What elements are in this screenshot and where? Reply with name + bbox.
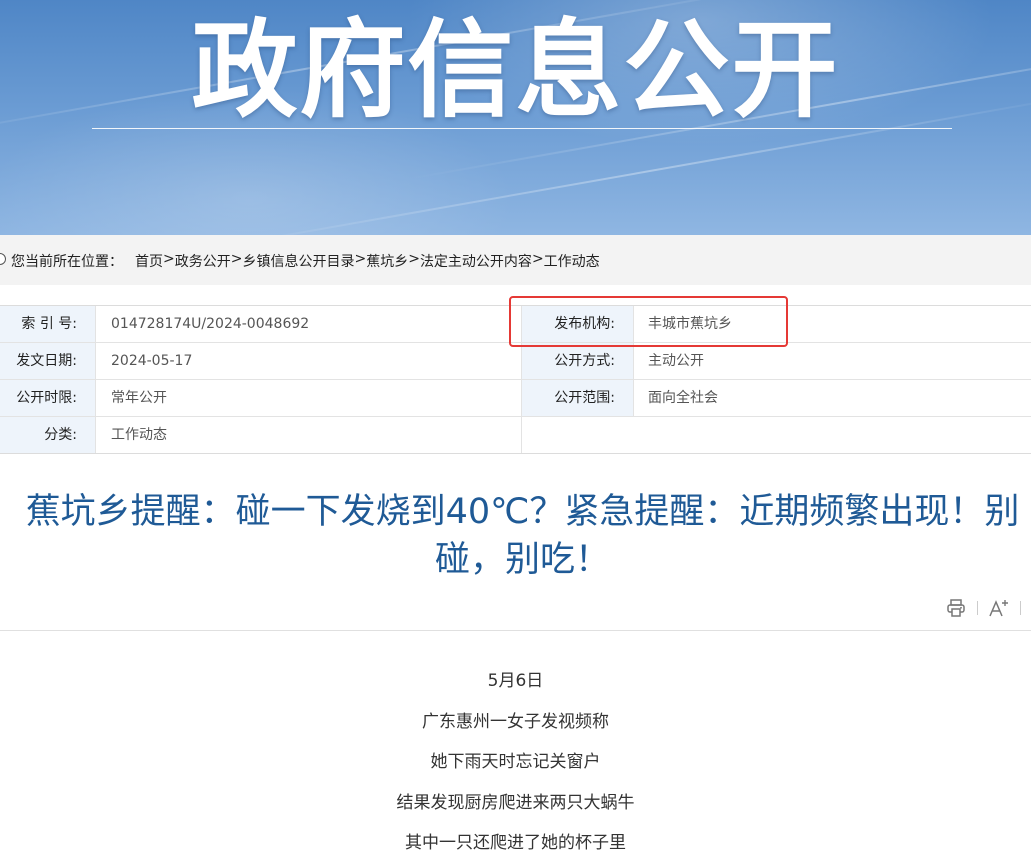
publisher-label: 发布机构: — [521, 306, 633, 342]
article-title: 蕉坑乡提醒：碰一下发烧到40℃？紧急提醒：近期频繁出现！别 碰，别吃！ — [0, 488, 1031, 584]
category-label: 分类: — [0, 417, 95, 453]
body-paragraph: 5月6日 — [487, 671, 544, 691]
info-row: 发文日期: 2024-05-17 公开方式: 主动公开 — [0, 343, 1031, 380]
period-value: 常年公开 — [95, 380, 521, 416]
date-label: 发文日期: — [0, 343, 95, 379]
empty-cell — [521, 417, 1031, 453]
breadcrumb-item-jiaokeng[interactable]: 蕉坑乡 — [366, 251, 408, 271]
info-row: 分类: 工作动态 — [0, 417, 1031, 454]
info-row: 索 引 号: 014728174U/2024-0048692 发布机构: 丰城市… — [0, 306, 1031, 343]
index-value: 014728174U/2024-0048692 — [95, 306, 521, 342]
breadcrumb-separator: > — [531, 251, 544, 267]
breadcrumb-trail: 首页 > 政务公开 > 乡镇信息公开目录 > 蕉坑乡 > 法定主动公开内容 > … — [135, 251, 600, 271]
info-row: 公开时限: 常年公开 公开范围: 面向全社会 — [0, 380, 1031, 417]
breadcrumb-item-home[interactable]: 首页 — [135, 251, 163, 271]
article-title-line1: 蕉坑乡提醒：碰一下发烧到40℃？紧急提醒：近期频繁出现！别 — [25, 492, 1020, 532]
banner-title: 政府信息公开 — [191, 9, 840, 132]
date-value: 2024-05-17 — [95, 343, 521, 379]
breadcrumb: 您当前所在位置： 首页 > 政务公开 > 乡镇信息公开目录 > 蕉坑乡 > 法定… — [0, 235, 1031, 285]
banner: 政府信息公开 — [0, 0, 1031, 235]
tool-divider — [977, 601, 978, 615]
location-icon — [0, 253, 6, 265]
body-paragraph: 她下雨天时忘记关窗户 — [430, 752, 601, 772]
index-label: 索 引 号: — [0, 306, 95, 342]
breadcrumb-item-statutory[interactable]: 法定主动公开内容 — [420, 251, 532, 271]
scope-label: 公开范围: — [521, 380, 633, 416]
article-title-line2: 碰，别吃！ — [434, 540, 610, 580]
content-divider — [0, 630, 1031, 631]
period-label: 公开时限: — [0, 380, 95, 416]
category-value: 工作动态 — [95, 417, 521, 453]
body-paragraph: 广东惠州一女子发视频称 — [422, 711, 609, 732]
breadcrumb-label: 您当前所在位置： — [11, 254, 123, 270]
breadcrumb-item-township-directory[interactable]: 乡镇信息公开目录 — [242, 251, 354, 271]
breadcrumb-item-work-news[interactable]: 工作动态 — [544, 251, 600, 271]
scope-value: 面向全社会 — [633, 380, 1031, 416]
info-table: 索 引 号: 014728174U/2024-0048692 发布机构: 丰城市… — [0, 305, 1031, 454]
breadcrumb-separator: > — [163, 251, 175, 267]
print-icon[interactable] — [945, 597, 967, 619]
breadcrumb-item-affairs[interactable]: 政务公开 — [175, 251, 231, 271]
font-size-icon[interactable] — [988, 597, 1010, 619]
article-tools — [945, 596, 1021, 620]
article-body: 5月6日 广东惠州一女子发视频称 她下雨天时忘记关窗户 结果发现厨房爬进来两只大… — [0, 665, 1031, 851]
body-paragraph: 结果发现厨房爬进来两只大蜗牛 — [396, 792, 635, 813]
publisher-value: 丰城市蕉坑乡 — [633, 306, 1031, 342]
breadcrumb-separator: > — [408, 251, 420, 267]
banner-underline — [92, 128, 952, 129]
breadcrumb-separator: > — [354, 251, 367, 267]
page: 政府信息公开 您当前所在位置： 首页 > 政务公开 > 乡镇信息公开目录 > 蕉… — [0, 0, 1031, 851]
tool-divider — [1020, 601, 1021, 615]
body-paragraph: 其中一只还爬进了她的杯子里 — [405, 833, 626, 851]
method-value: 主动公开 — [633, 343, 1031, 379]
method-label: 公开方式: — [521, 343, 633, 379]
breadcrumb-separator: > — [230, 251, 243, 267]
